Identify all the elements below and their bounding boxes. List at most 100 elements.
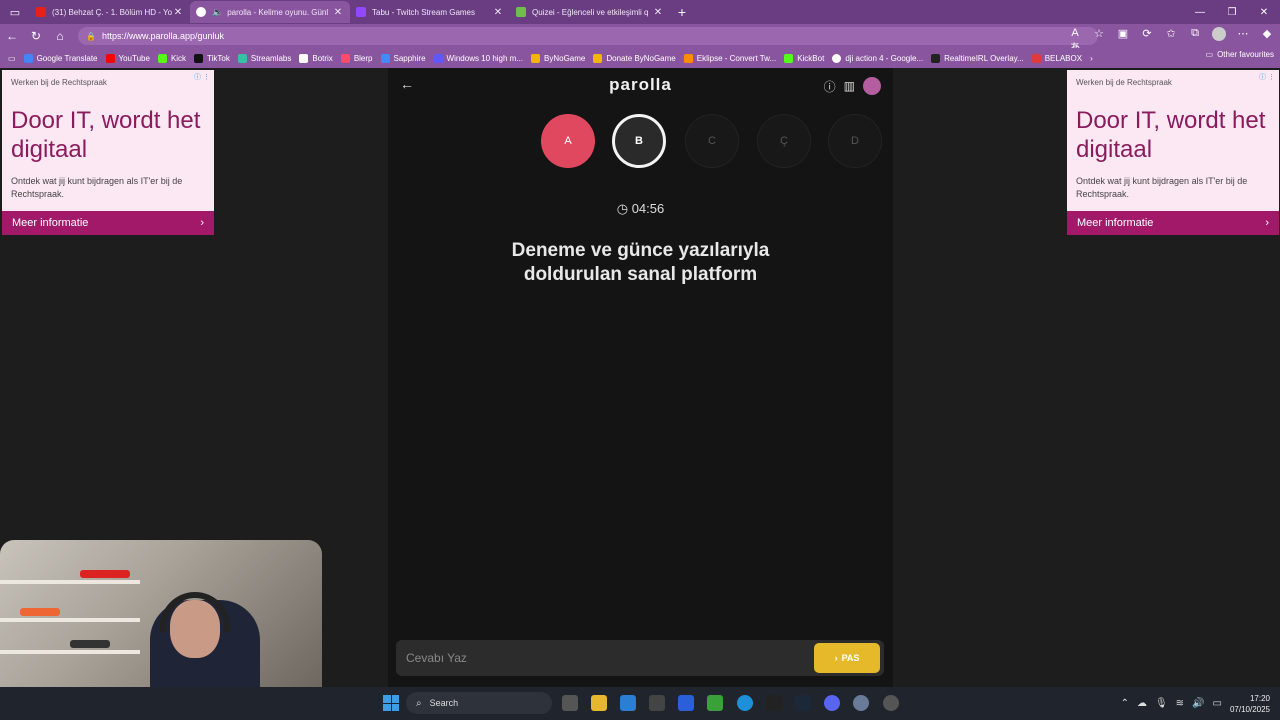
app-icon[interactable] xyxy=(649,695,665,711)
bookmark-item[interactable]: BELABOX xyxy=(1031,53,1082,63)
taskbar-search[interactable]: ⌕ Search xyxy=(406,692,552,714)
toy-car xyxy=(70,640,110,648)
tab-actions-icon[interactable]: ▭ xyxy=(0,0,30,24)
ad-info-icon[interactable]: ⓘ ⋮ xyxy=(194,72,210,82)
bookmark-item[interactable]: ByNoGame xyxy=(531,53,585,63)
browser-tab-active[interactable]: 🔈 parolla - Kelime oyunu. Günl ✕ xyxy=(190,1,350,23)
windows-start-icon[interactable] xyxy=(383,695,399,711)
close-tab-icon[interactable]: ✕ xyxy=(652,7,664,18)
bookmark-item[interactable]: Eklipse - Convert Tw... xyxy=(683,53,776,63)
close-tab-icon[interactable]: ✕ xyxy=(172,7,184,18)
minecraft-icon[interactable] xyxy=(707,695,723,711)
bookmark-item[interactable]: Blerp xyxy=(340,53,373,63)
bookmark-item[interactable]: Kick xyxy=(157,53,186,63)
app-icon[interactable] xyxy=(853,695,869,711)
bookmark-item[interactable]: RealtimeIRL Overlay... xyxy=(931,53,1024,63)
chevron-right-icon[interactable]: › xyxy=(1090,54,1093,63)
back-icon[interactable]: ← xyxy=(0,29,24,43)
discord-icon[interactable] xyxy=(824,695,840,711)
bookmark-item[interactable]: KickBot xyxy=(784,53,824,63)
app-icon[interactable] xyxy=(766,695,782,711)
edge-icon[interactable] xyxy=(737,695,753,711)
chevron-up-icon[interactable]: ⌃ xyxy=(1121,698,1129,709)
app-icon[interactable] xyxy=(678,695,694,711)
shelf xyxy=(0,580,140,584)
shelf xyxy=(0,650,140,654)
letter-circle-done: A xyxy=(541,114,595,168)
close-window-icon[interactable]: ✕ xyxy=(1248,0,1280,24)
other-favourites[interactable]: ▭ Other favourites xyxy=(1206,50,1274,59)
pass-button[interactable]: › PAS xyxy=(814,643,880,673)
stats-icon[interactable]: ▥ xyxy=(844,79,855,93)
bookmark-item[interactable]: Windows 10 high m... xyxy=(433,53,523,63)
close-tab-icon[interactable]: ✕ xyxy=(492,7,504,18)
browser-tab[interactable]: (31) Behzat Ç. - 1. Bölüm HD - Yo ✕ xyxy=(30,1,190,23)
volume-icon[interactable]: 🔊 xyxy=(1192,698,1204,709)
parolla-favicon-icon xyxy=(196,7,206,17)
bookmark-item[interactable]: Botrix xyxy=(299,53,333,63)
answer-input[interactable] xyxy=(396,651,796,665)
info-icon[interactable]: ⓘ xyxy=(824,78,836,95)
windows-taskbar: ⌕ Search ⌃ ☁ 🎙 ≋ 🔊 ▭ 17:20 07/10/2025 xyxy=(0,687,1280,720)
shelf xyxy=(0,618,140,622)
store-icon[interactable] xyxy=(620,695,636,711)
system-tray: ⌃ ☁ 🎙 ≋ 🔊 ▭ 17:20 07/10/2025 xyxy=(1121,687,1280,720)
ad-banner-left[interactable]: Werken bij de Rechtspraak ⓘ ⋮ Door IT, w… xyxy=(2,70,214,235)
window-controls: — ❐ ✕ xyxy=(1184,0,1280,24)
letter-circle-pending: C xyxy=(685,114,739,168)
steam-icon[interactable] xyxy=(795,695,811,711)
bookmark-item[interactable]: Streamlabs xyxy=(237,53,291,63)
app-icon[interactable] xyxy=(883,695,899,711)
ad-headline: Door IT, wordt het digitaal xyxy=(11,107,201,163)
donate-icon xyxy=(593,53,603,63)
lock-icon[interactable]: 🔒 xyxy=(86,32,96,41)
speaker-icon[interactable]: 🔈 xyxy=(212,7,223,18)
refresh-icon[interactable]: ↻ xyxy=(24,29,48,43)
tab-title: (31) Behzat Ç. - 1. Bölüm HD - Yo xyxy=(52,7,172,17)
parolla-game: ← parolla ⓘ ▥ A B C Ç D ◷ 04:56 Deneme v… xyxy=(388,68,893,687)
kick-icon xyxy=(157,53,167,63)
new-tab-button[interactable]: + xyxy=(670,4,694,20)
countdown-timer: ◷ 04:56 xyxy=(388,201,893,217)
bookmark-item[interactable]: Sapphire xyxy=(380,53,426,63)
ad-info-icon[interactable]: ⓘ ⋮ xyxy=(1259,72,1275,82)
twitch-icon xyxy=(356,7,366,17)
webcam-overlay xyxy=(0,540,322,688)
blerp-icon xyxy=(340,53,350,63)
bookmark-item[interactable]: YouTube xyxy=(105,53,150,63)
close-tab-icon[interactable]: ✕ xyxy=(332,7,344,18)
bookmark-item[interactable]: dji action 4 - Google... xyxy=(832,53,923,63)
user-avatar[interactable] xyxy=(863,77,881,95)
ad-cta-button[interactable]: Meer informatie › xyxy=(1067,211,1279,235)
battery-icon[interactable]: ▭ xyxy=(1213,698,1222,709)
taskbar-clock[interactable]: 17:20 07/10/2025 xyxy=(1230,693,1270,715)
botrix-icon xyxy=(299,53,309,63)
ad-banner-right[interactable]: Werken bij de Rechtspraak ⓘ ⋮ Door IT, w… xyxy=(1067,70,1279,235)
cloud-icon[interactable]: ☁ xyxy=(1137,698,1147,709)
bookmarks-menu-icon[interactable]: ▭ xyxy=(8,54,16,63)
file-explorer-icon[interactable] xyxy=(591,695,607,711)
youtube-icon xyxy=(36,7,46,17)
minimize-icon[interactable]: — xyxy=(1184,0,1216,24)
kickbot-icon xyxy=(784,53,794,63)
eklipse-icon xyxy=(683,53,693,63)
bookmarks-bar: ▭ Google Translate YouTube Kick TikTok S… xyxy=(0,48,1280,68)
chevron-right-icon: › xyxy=(834,653,838,663)
ad-cta-button[interactable]: Meer informatie › xyxy=(2,211,214,235)
restore-icon[interactable]: ❐ xyxy=(1216,0,1248,24)
home-icon[interactable]: ⌂ xyxy=(48,29,72,43)
profile-avatar[interactable] xyxy=(1212,27,1226,41)
browser-tab[interactable]: Quizei - Eğlenceli ve etkileşimli q ✕ xyxy=(510,1,670,23)
bookmark-item[interactable]: Donate ByNoGame xyxy=(593,53,676,63)
wifi-icon[interactable]: ≋ xyxy=(1176,698,1184,709)
question-clue: Deneme ve günce yazılarıyla doldurulan s… xyxy=(511,240,770,285)
bookmark-item[interactable]: TikTok xyxy=(194,53,230,63)
app-logo: parolla xyxy=(609,75,672,94)
bookmark-item[interactable]: Google Translate xyxy=(23,53,98,63)
clock-icon: ◷ xyxy=(616,201,629,216)
url-field[interactable]: 🔒 https://www.parolla.app/gunluk xyxy=(78,27,1098,45)
mic-icon[interactable]: 🎙 xyxy=(1155,698,1168,709)
browser-tab[interactable]: Tabu - Twitch Stream Games ✕ xyxy=(350,1,510,23)
answer-bar: › PAS xyxy=(396,640,884,676)
task-view-icon[interactable] xyxy=(562,695,578,711)
